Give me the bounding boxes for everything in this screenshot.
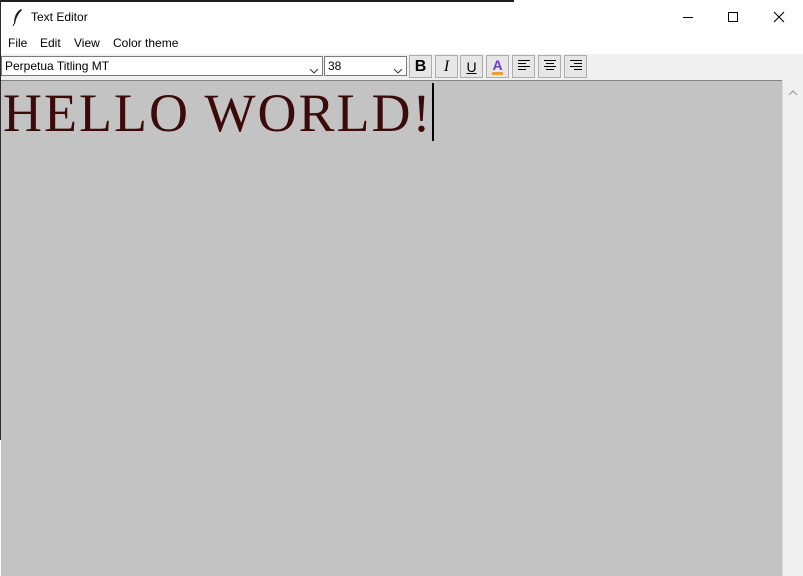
editor-text-area[interactable]: HELLO WORLD! — [1, 80, 782, 576]
align-right-button[interactable] — [564, 55, 587, 78]
align-right-icon — [569, 58, 583, 75]
scroll-up-arrow-icon[interactable] — [788, 84, 798, 102]
align-center-icon — [543, 58, 557, 75]
menu-file[interactable]: File — [8, 36, 27, 50]
chevron-down-icon[interactable] — [309, 62, 319, 80]
minimize-button[interactable] — [665, 2, 711, 32]
menu-bar: File Edit View Color theme — [1, 34, 803, 54]
vertical-scrollbar[interactable] — [782, 80, 803, 576]
italic-button[interactable]: I — [435, 55, 458, 78]
chevron-down-icon[interactable] — [393, 62, 403, 80]
font-family-value: Perpetua Titling MT — [5, 59, 110, 73]
maximize-button[interactable] — [710, 2, 756, 32]
italic-label: I — [443, 57, 450, 75]
align-left-icon — [517, 58, 531, 75]
document-text[interactable]: HELLO WORLD! — [3, 85, 432, 141]
align-left-button[interactable] — [512, 55, 535, 78]
feather-pen-icon — [10, 8, 26, 27]
close-button[interactable] — [756, 2, 802, 32]
font-size-select[interactable]: 38 — [324, 56, 407, 76]
formatting-toolbar: Perpetua Titling MT 38 B I U A — [1, 54, 803, 80]
close-icon — [773, 11, 785, 23]
bold-label: B — [414, 57, 427, 75]
font-color-button[interactable]: A — [486, 55, 509, 78]
text-caret — [432, 83, 434, 141]
font-color-label: A — [492, 56, 503, 75]
underline-label: U — [466, 58, 477, 75]
underline-button[interactable]: U — [460, 55, 483, 78]
align-center-button[interactable] — [538, 55, 561, 78]
minimize-icon — [682, 11, 694, 23]
maximize-icon — [727, 11, 739, 23]
menu-edit[interactable]: Edit — [40, 36, 61, 50]
font-family-select[interactable]: Perpetua Titling MT — [1, 56, 323, 76]
window-title: Text Editor — [31, 10, 88, 24]
menu-view[interactable]: View — [74, 36, 100, 50]
title-bar[interactable]: Text Editor — [1, 2, 803, 34]
menu-color-theme[interactable]: Color theme — [113, 36, 178, 50]
bold-button[interactable]: B — [409, 55, 432, 78]
font-size-value: 38 — [328, 59, 342, 73]
